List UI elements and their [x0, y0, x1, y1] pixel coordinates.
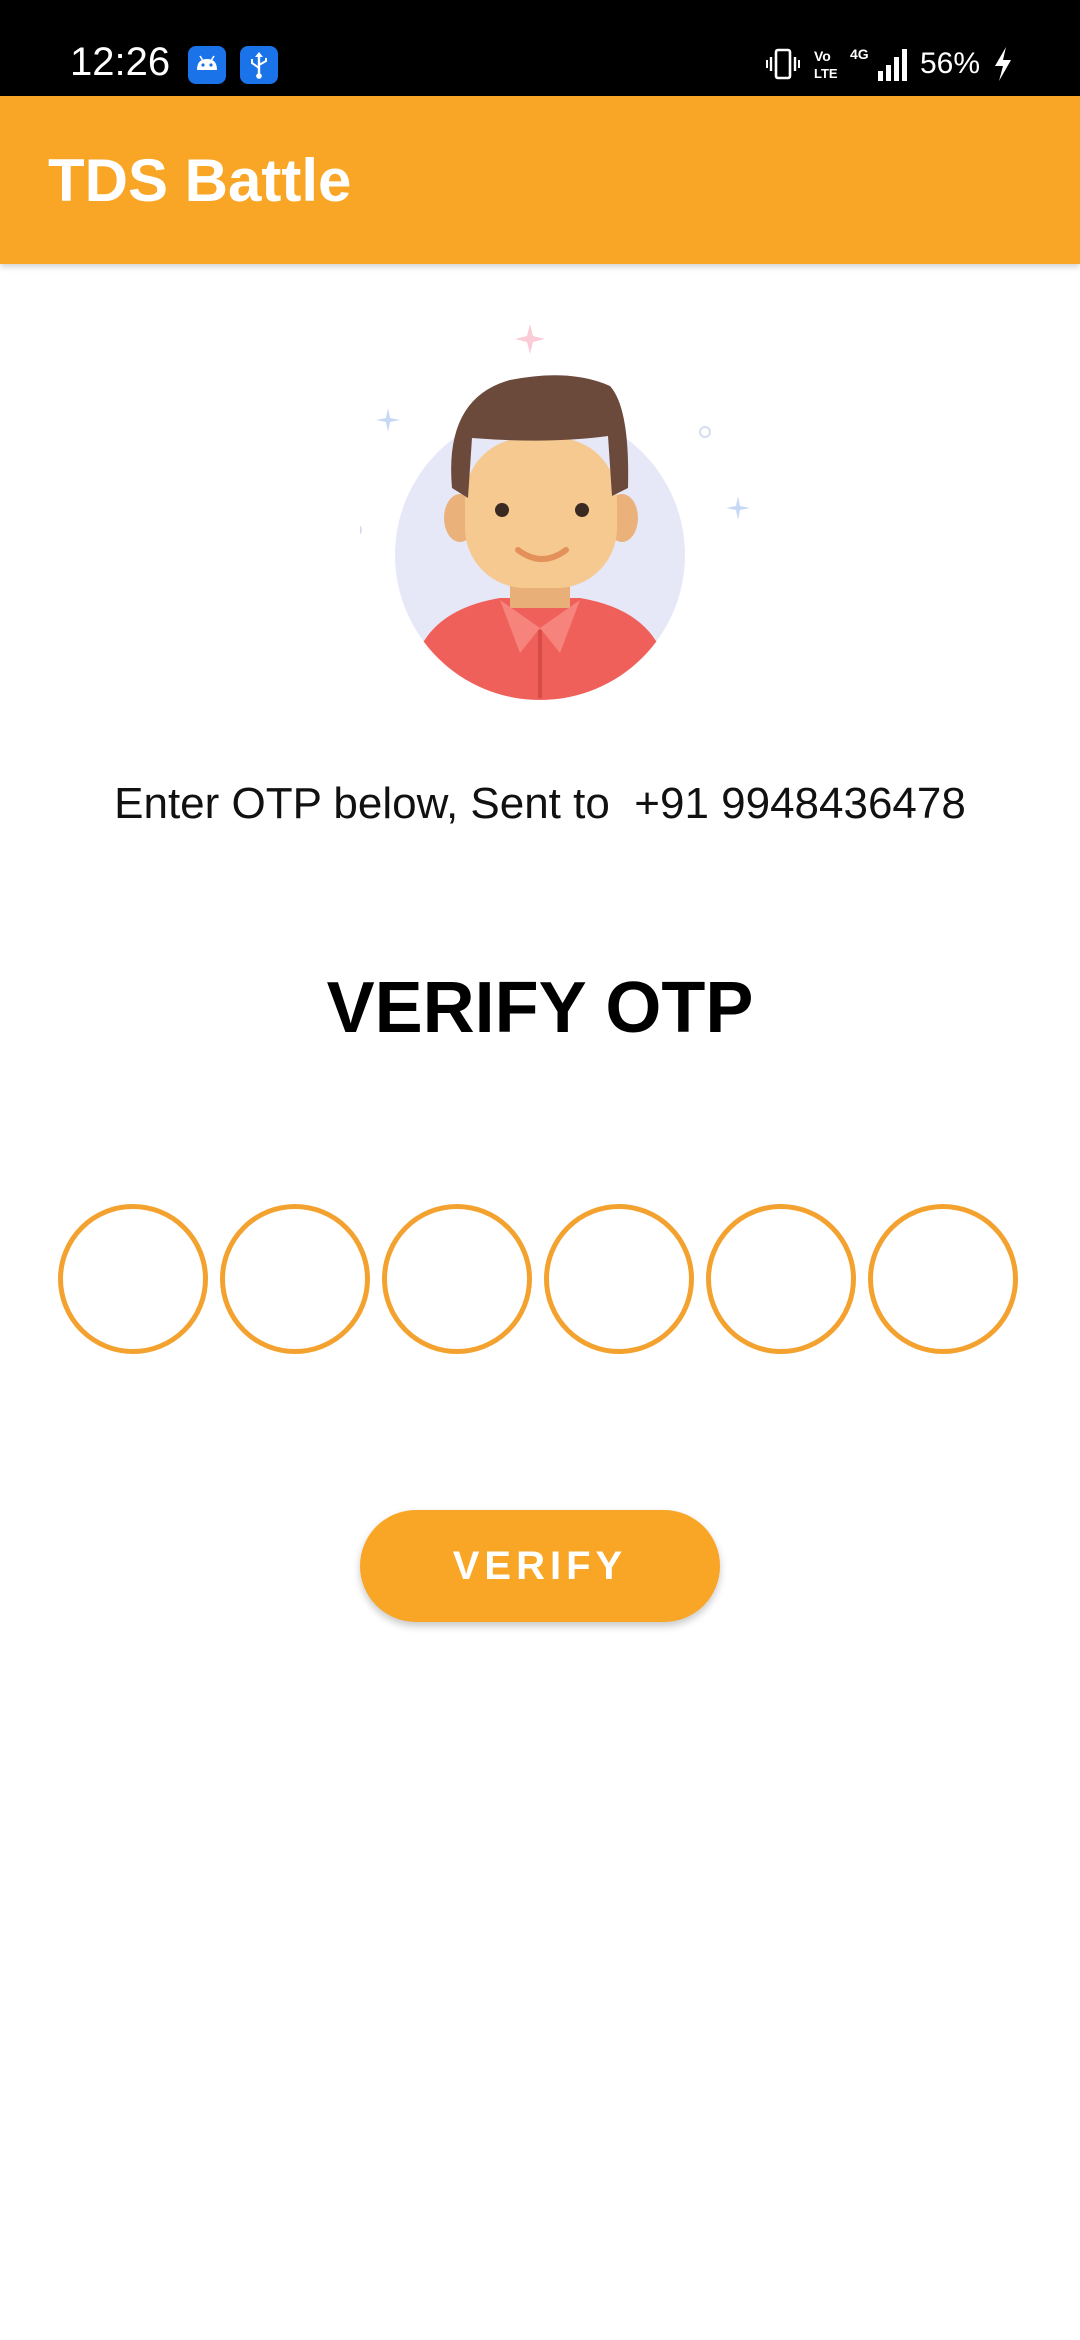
- vibrate-icon: [765, 46, 800, 82]
- app-bar: TDS Battle: [0, 96, 1080, 264]
- otp-digit-1-input[interactable]: [58, 1204, 208, 1354]
- battery-percent: 56%: [919, 47, 980, 80]
- svg-text:LTE: LTE: [814, 66, 838, 81]
- otp-instruction-text: Enter OTP below, Sent to +91 9948436478: [114, 779, 966, 828]
- android-notification-icon: [188, 46, 226, 84]
- otp-input-row: [58, 1204, 1022, 1354]
- otp-digit-2-input[interactable]: [220, 1204, 370, 1354]
- avatar-illustration: [350, 318, 760, 718]
- svg-text:4G: 4G: [850, 46, 869, 62]
- verify-button[interactable]: VERIFY: [360, 1510, 720, 1622]
- otp-digit-5-input[interactable]: [706, 1204, 856, 1354]
- svg-text:Vo: Vo: [814, 48, 831, 64]
- verify-otp-heading: VERIFY OTP: [326, 968, 754, 1048]
- status-time: 12:26: [70, 40, 171, 84]
- app-title: TDS Battle: [48, 147, 352, 214]
- otp-digit-4-input[interactable]: [544, 1204, 694, 1354]
- battery-charging-icon: [992, 45, 1014, 83]
- otp-digit-3-input[interactable]: [382, 1204, 532, 1354]
- volte-icon: Vo LTE: [812, 46, 838, 82]
- status-right-icons: Vo LTE 4G 56%: [765, 44, 1014, 84]
- otp-digit-6-input[interactable]: [868, 1204, 1018, 1354]
- status-bar: 12:26 Vo LTE 4G 56%: [0, 0, 1080, 96]
- 4g-signal-icon: 4G: [850, 45, 908, 83]
- usb-notification-icon: [240, 46, 278, 84]
